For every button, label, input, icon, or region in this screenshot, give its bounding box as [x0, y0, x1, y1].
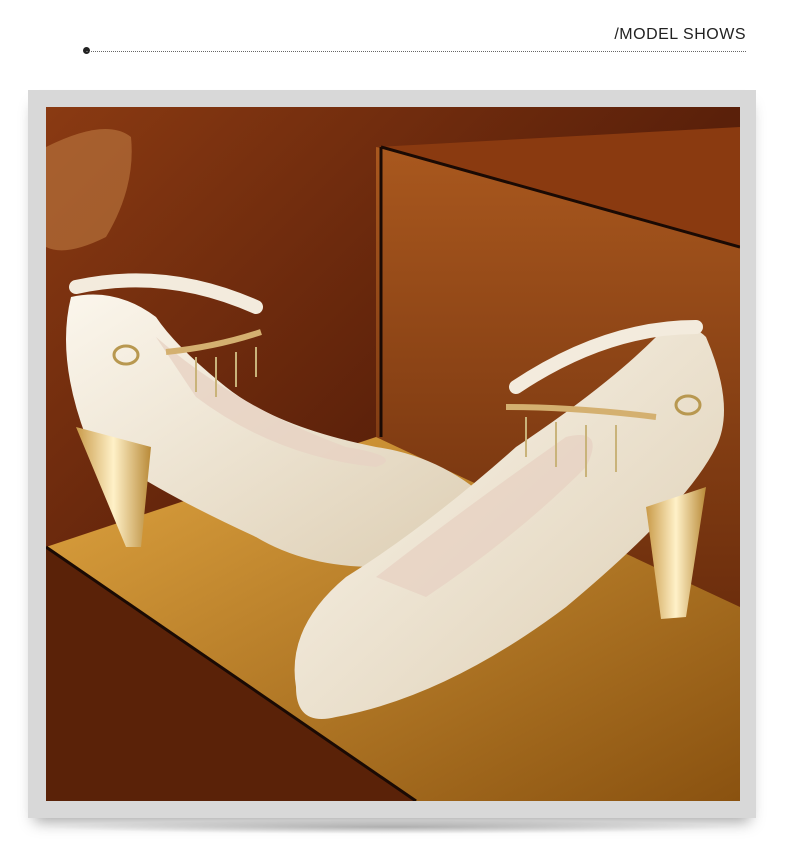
- product-photo: [46, 107, 740, 801]
- section-title: /MODEL SHOWS: [614, 26, 746, 43]
- dotted-divider: [86, 51, 746, 52]
- heels-photo-icon: [46, 107, 740, 801]
- frame-shadow: [40, 820, 745, 834]
